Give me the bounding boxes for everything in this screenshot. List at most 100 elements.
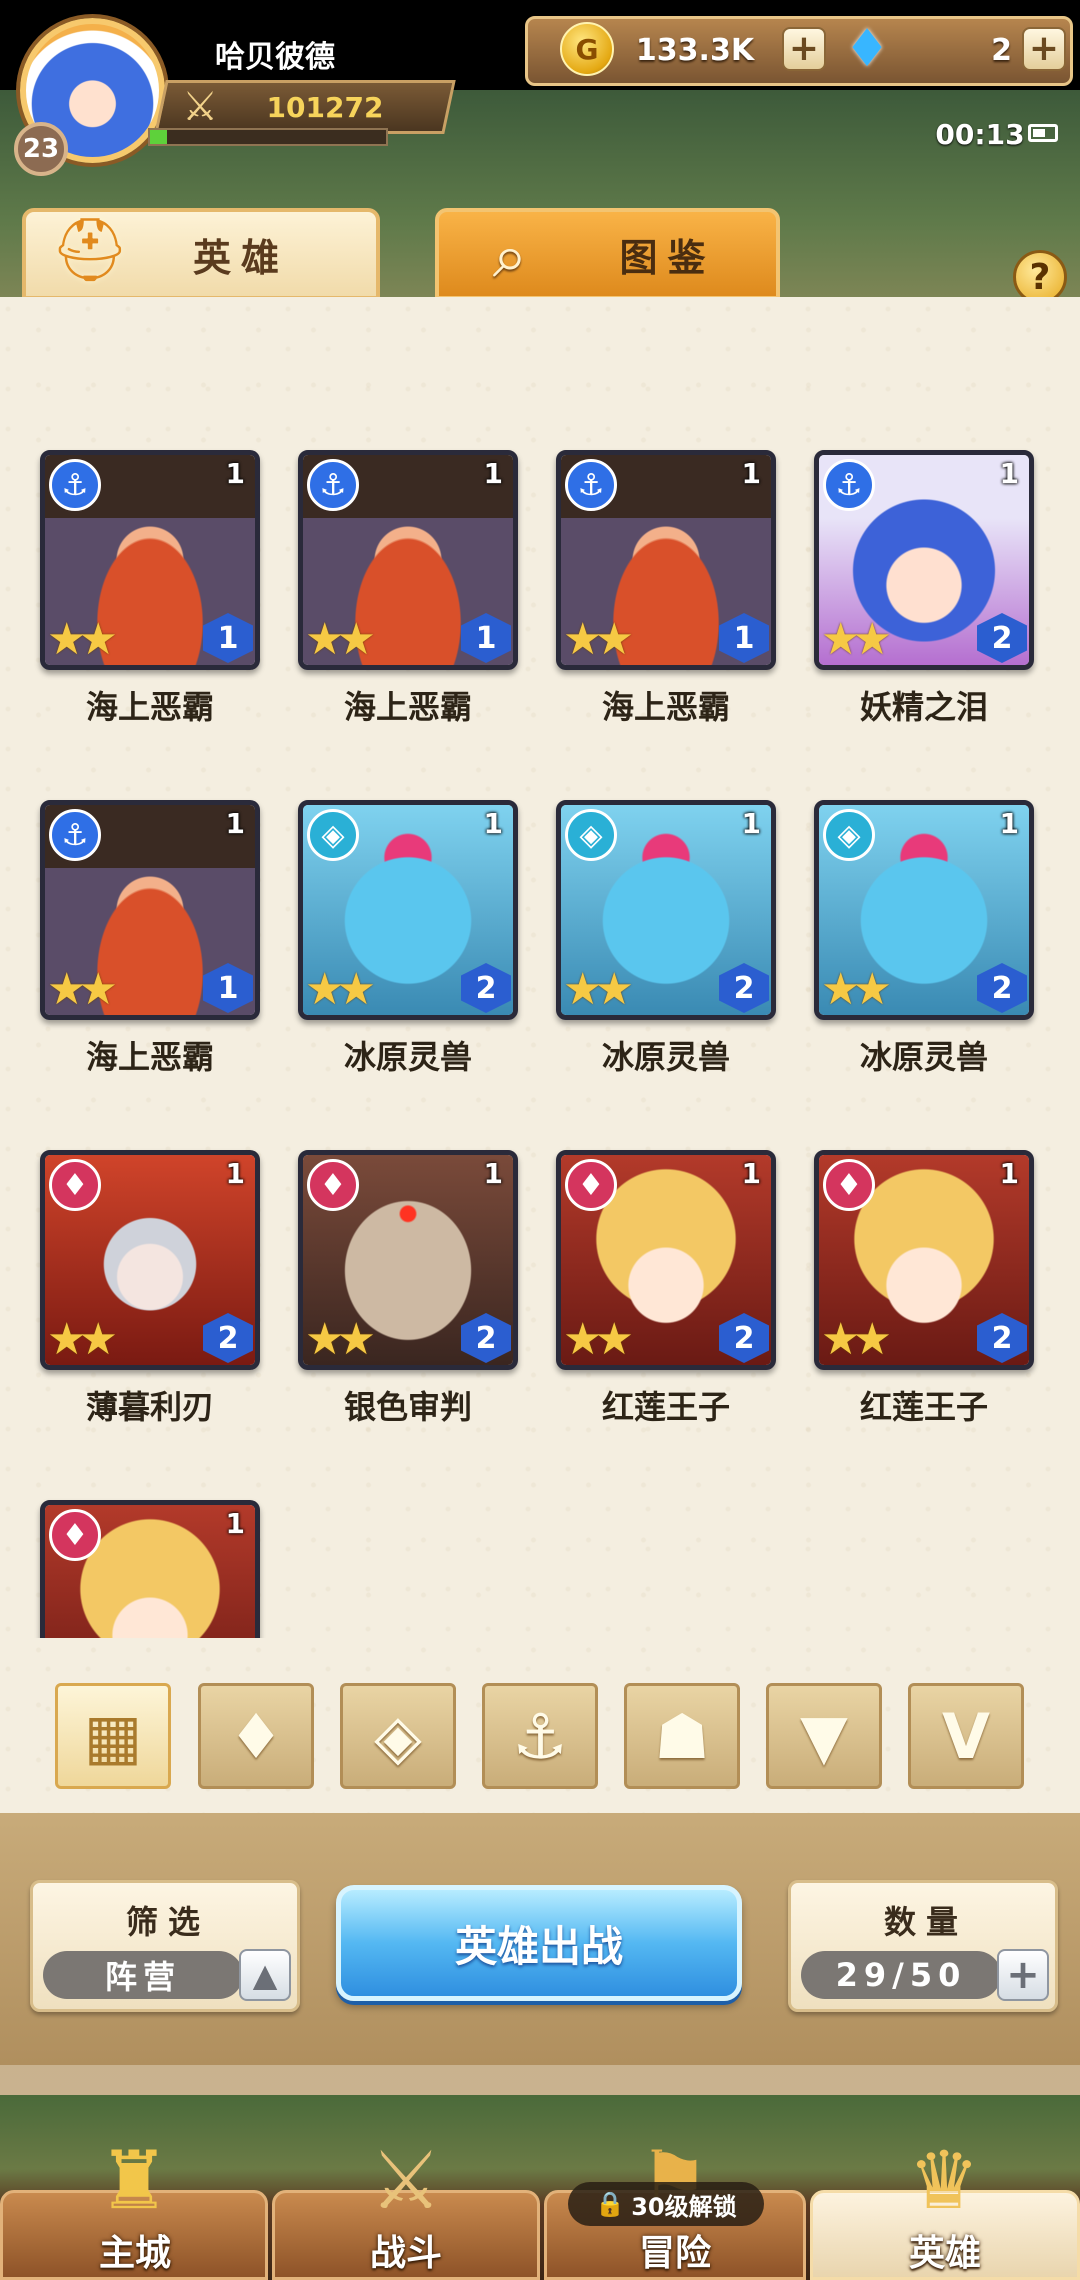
hero-count: 1 (483, 457, 503, 490)
faction-anchor-icon: ⚓ (49, 809, 101, 861)
hero-name: 红莲王子 (859, 1388, 988, 1426)
add-gems-button[interactable]: + (1022, 27, 1066, 71)
clock: 00:13 (935, 117, 1025, 151)
faction-fire-icon: ♦ (49, 1509, 101, 1561)
hero-count: 1 (741, 457, 761, 490)
add-gold-button[interactable]: + (782, 27, 826, 71)
filter-all-button[interactable]: ▦ (55, 1683, 171, 1789)
star-rating: ★★ (47, 964, 118, 1015)
filter-flame-button[interactable]: ♦ (198, 1683, 314, 1789)
hero-card[interactable]: ◈ 1 ★★ 2 (556, 800, 776, 1020)
filter-demon-button[interactable]: ▼ (766, 1683, 882, 1789)
capacity-title: 数量 (883, 1903, 968, 1941)
hero-count: 1 (225, 457, 245, 490)
nav-label: 冒险 (638, 2233, 711, 2274)
faction-ice-icon: ◈ (307, 809, 359, 861)
hero-count: 1 (225, 807, 245, 840)
filter-anchor-icon: ⚓ (512, 1699, 568, 1773)
faction-ice-icon: ◈ (565, 809, 617, 861)
lock-text: 30级解锁 (631, 2192, 737, 2221)
hero-card[interactable]: ♦ 1 ★★ 2 (40, 1150, 260, 1370)
faction-fire-icon: ♦ (307, 1159, 359, 1211)
hero-name: 妖精之泪 (859, 688, 988, 726)
filter-demon-icon: ▼ (800, 1699, 848, 1773)
filter-anchor-button[interactable]: ⚓ (482, 1683, 598, 1789)
hero-card[interactable]: ♦ 1 ★★ 2 (298, 1150, 518, 1370)
nav-label: 战斗 (369, 2233, 442, 2274)
faction-fire-icon: ♦ (565, 1159, 617, 1211)
help-button[interactable]: ? (1013, 250, 1067, 304)
star-rating: ★★ (821, 1314, 892, 1365)
hero-count: 1 (741, 807, 761, 840)
gold-coin-icon: G (560, 22, 614, 76)
star-rating: ★★ (305, 1314, 376, 1365)
filter-flame-icon: ♦ (228, 1699, 284, 1773)
exp-bar (148, 128, 388, 146)
hero-card[interactable]: ⚓ 1 ★★ 1 (298, 450, 518, 670)
nav-label: 英雄 (908, 2233, 981, 2274)
filter-ice-button[interactable]: ◈ (340, 1683, 456, 1789)
hero-count: 1 (999, 807, 1019, 840)
hero-count: 1 (741, 1157, 761, 1190)
star-rating: ★★ (563, 964, 634, 1015)
star-rating: ★★ (305, 964, 376, 1015)
hero-name: 冰原灵兽 (343, 1038, 472, 1076)
hero-card[interactable]: ♦ 1 ★★ 2 (556, 1150, 776, 1370)
filter-wolf-button[interactable]: ☗ (624, 1683, 740, 1789)
power-value: 101272 (266, 90, 384, 124)
hero-grid: ⚓ 1 ★★ 1 海上恶霸 ⚓ 1 ★★ 1 海上恶霸 ⚓ 1 ★★ 1 海上恶霸 ⚓ 1 ★★ 2 妖精之泪 ⚓ 1 ★★… (0, 300, 1080, 1638)
hero-card[interactable]: ⚓ 1 ★★ 1 (40, 450, 260, 670)
hero-card[interactable]: ♦ 1 (40, 1500, 260, 1638)
hero-card[interactable]: ◈ 1 ★★ 2 (814, 800, 1034, 1020)
hero-count: 1 (999, 1157, 1019, 1190)
gold-value: 133.3K (635, 32, 755, 68)
faction-ice-icon: ◈ (823, 809, 875, 861)
star-rating: ★★ (47, 614, 118, 665)
faction-anchor-icon: ⚓ (49, 459, 101, 511)
filter-ice-icon: ◈ (374, 1699, 422, 1773)
tab-codex-label: 图鉴 (619, 235, 716, 280)
capacity-box: 数量 29/50 + (788, 1880, 1058, 2012)
hero-name: 冰原灵兽 (859, 1038, 988, 1076)
hero-card[interactable]: ◈ 1 ★★ 2 (298, 800, 518, 1020)
hero-card[interactable]: ⚓ 1 ★★ 2 (814, 450, 1034, 670)
filter-horns-icon: V (942, 1699, 990, 1773)
battery-icon (1028, 124, 1058, 142)
player-level-badge: 23 (14, 122, 68, 176)
sort-value: 阵营 (43, 1951, 243, 1999)
expand-capacity-button[interactable]: + (997, 1949, 1049, 2001)
star-rating: ★★ (305, 614, 376, 665)
capacity-value: 29/50 (801, 1951, 1001, 1999)
hero-name: 海上恶霸 (601, 688, 730, 726)
hero-name: 银色审判 (343, 1388, 472, 1426)
player-name: 哈贝彼德 (215, 40, 335, 75)
hero-card[interactable]: ⚓ 1 ★★ 1 (556, 450, 776, 670)
faction-fire-icon: ♦ (823, 1159, 875, 1211)
faction-anchor-icon: ⚓ (565, 459, 617, 511)
gem-value: 2 (991, 32, 1012, 68)
lock-icon: 🔒 (595, 2190, 626, 2218)
hero-card[interactable]: ⚓ 1 ★★ 1 (40, 800, 260, 1020)
star-rating: ★★ (821, 964, 892, 1015)
hero-count: 1 (483, 807, 503, 840)
exp-fill (150, 130, 167, 144)
filter-horns-button[interactable]: V (908, 1683, 1024, 1789)
helmet-icon: ⛑ (50, 213, 130, 286)
star-rating: ★★ (821, 614, 892, 665)
filter-wolf-icon: ☗ (654, 1699, 710, 1773)
hero-name: 海上恶霸 (85, 1038, 214, 1076)
faction-fire-icon: ♦ (49, 1159, 101, 1211)
filter-all-icon: ▦ (83, 1699, 143, 1773)
sort-title: 筛选 (125, 1903, 210, 1941)
diamond-icon: ♦ (843, 19, 891, 79)
hero-card[interactable]: ♦ 1 ★★ 2 (814, 1150, 1034, 1370)
sort-toggle-button[interactable]: ▲ (239, 1949, 291, 2001)
hero-name: 冰原灵兽 (601, 1038, 730, 1076)
hero-count: 1 (999, 457, 1019, 490)
deploy-heroes-button[interactable]: 英雄出战 (336, 1885, 742, 2001)
hero-name: 海上恶霸 (343, 688, 472, 726)
tab-heroes-label: 英雄 (192, 235, 289, 280)
hero-count: 1 (225, 1507, 245, 1540)
star-rating: ★★ (563, 1314, 634, 1365)
hero-name: 薄暮利刃 (85, 1388, 214, 1426)
